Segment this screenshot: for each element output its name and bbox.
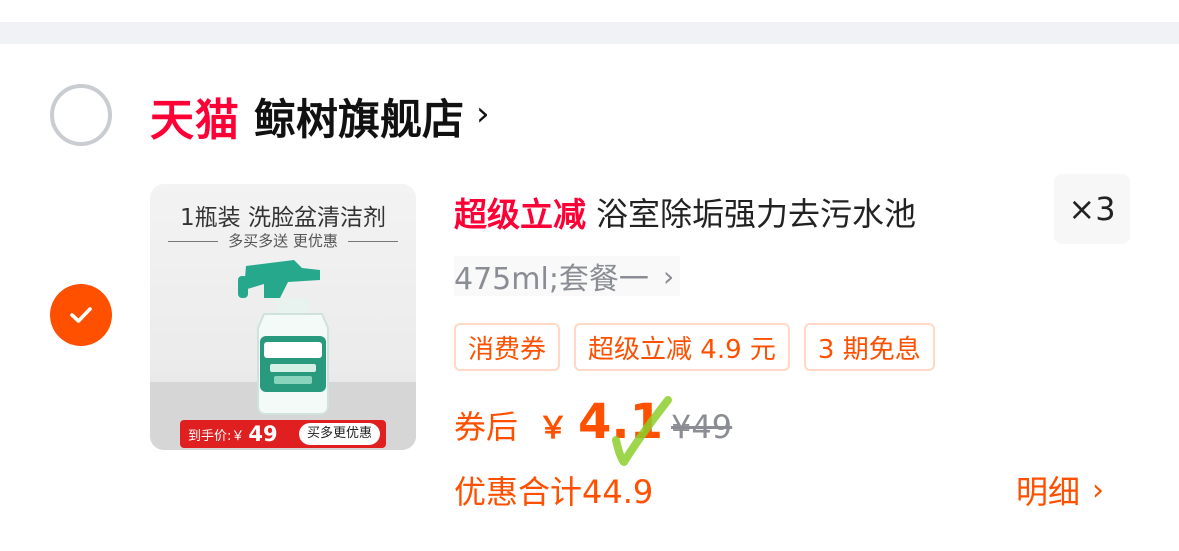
product-title-row[interactable]: 超级立减 浴室除垢强力去污水池 [454,190,916,234]
cart-shop-card: 天猫 鲸树旗舰店 › 1瓶装 洗脸盆清洁剂 多买多送 更优惠 到手价:￥ 49 … [0,44,1179,551]
tag-super-discount[interactable]: 超级立减 4.9 元 [574,323,790,371]
thumbnail-price-tag: 到手价:￥ 49 买多更优惠 [180,420,386,448]
tmall-logo: 天猫 [150,95,240,146]
product-thumbnail[interactable]: 1瓶装 洗脸盆清洁剂 多买多送 更优惠 到手价:￥ 49 买多更优惠 [150,184,416,450]
quantity-stepper[interactable]: ×3 [1054,174,1130,244]
promo-tag: 超级立减 [454,195,586,234]
chevron-right-icon: › [1092,472,1105,508]
section-divider [0,0,1179,44]
item-select-checkbox[interactable] [50,284,112,346]
thumbnail-price-label: 到手价:￥ [188,428,245,444]
sku-label: 475ml;套餐一 [454,262,649,297]
check-icon [70,307,92,323]
original-price: ¥49 [671,408,733,446]
product-title: 浴室除垢强力去污水池 [596,195,917,233]
chevron-right-icon: › [476,94,490,134]
promo-tags: 消费券 超级立减 4.9 元 3 期免息 [454,323,935,371]
tag-coupon[interactable]: 消费券 [454,323,561,371]
price-row: 券后 ￥ 4.1 ¥49 [454,394,732,454]
detail-link[interactable]: 明细 › [1016,468,1104,512]
tag-installment[interactable]: 3 期免息 [803,323,935,371]
chevron-right-icon: › [662,259,675,293]
currency-symbol: ￥ [538,411,569,446]
bottle-image [238,260,329,415]
shop-name: 鲸树旗舰店 [254,94,465,144]
thumbnail-title: 1瓶装 洗脸盆清洁剂 [180,205,386,231]
sku-selector[interactable]: 475ml;套餐一 › [454,256,681,297]
shop-select-radio[interactable] [50,84,112,146]
shop-header[interactable]: 天猫 鲸树旗舰店 › [150,88,490,146]
detail-label: 明细 [1016,473,1081,511]
discount-total[interactable]: 优惠合计44.9 [454,468,653,512]
green-check-mark [612,396,672,466]
thumbnail-price-value: 49 [248,422,278,446]
previous-card-bottom [0,0,1179,22]
thumbnail-promo-pill: 买多更优惠 [298,423,380,445]
price-label: 券后 [454,408,519,446]
